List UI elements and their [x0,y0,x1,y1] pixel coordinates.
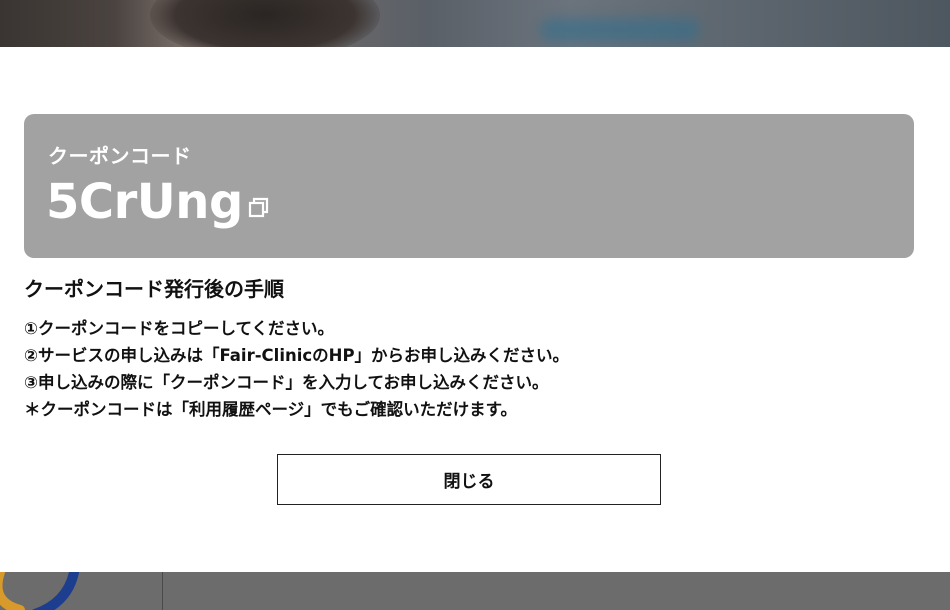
steps-list: ①クーポンコードをコピーしてください。 ②サービスの申し込みは「Fair-Cli… [24,315,569,423]
step-item: ①クーポンコードをコピーしてください。 [24,319,334,338]
step-item: ③申し込みの際に「クーポンコード」を入力してお申し込みください。 [24,373,549,392]
background-hero-image [0,0,950,47]
background-footer-strip [0,572,950,610]
coupon-code-value[interactable]: 5CrUng [46,174,243,230]
coupon-modal: クーポンコード 5CrUng クーポンコード発行後の手順 ①クーポンコードをコピ… [0,47,950,572]
coupon-code-row: 5CrUng [46,174,271,230]
background-photo-blur [540,18,700,42]
steps-heading: クーポンコード発行後の手順 [24,277,284,301]
brand-logo-partial [0,572,80,610]
coupon-code-label: クーポンコード [48,144,192,168]
coupon-code-card: クーポンコード 5CrUng [24,114,914,258]
close-button[interactable]: 閉じる [277,454,661,505]
step-item: ②サービスの申し込みは「Fair-ClinicのHP」からお申し込みください。 [24,346,570,365]
step-note: ＊クーポンコードは「利用履歴ページ」でもご確認いただけます。 [24,400,518,419]
footer-divider [162,572,163,610]
background-photo-person [150,0,380,47]
copy-icon[interactable] [247,196,271,220]
